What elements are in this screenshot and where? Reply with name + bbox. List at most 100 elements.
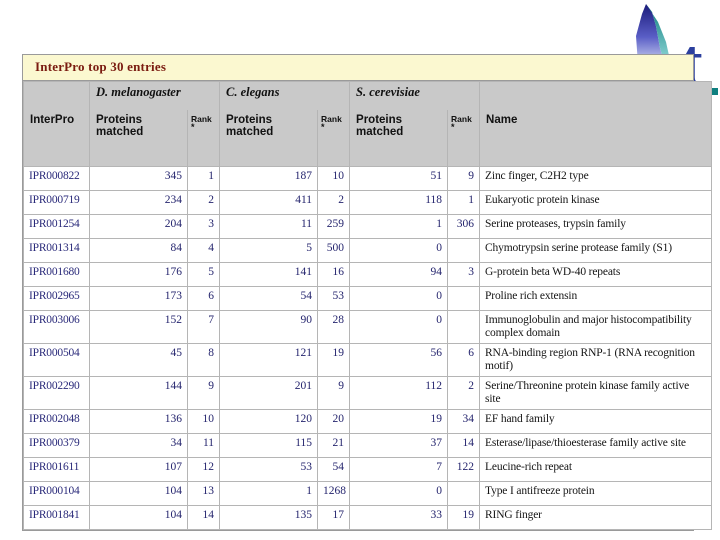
col-header-proteins-matched-ce[interactable]: Proteins matched: [219, 110, 319, 167]
cell-ce-proteins: 53: [219, 457, 319, 482]
cell-dm-rank: 5: [186, 262, 221, 287]
cell-sc-rank: 1: [447, 190, 481, 215]
cell-interpro-id[interactable]: IPR003006: [23, 310, 90, 344]
interpro-table: D. melanogaster C. elegans S. cerevisiae…: [23, 81, 713, 530]
cell-sc-rank: 306: [447, 214, 481, 239]
cell-dm-proteins: 204: [89, 214, 188, 239]
cell-sc-proteins: 94: [349, 262, 449, 287]
cell-interpro-id[interactable]: IPR002965: [23, 286, 90, 311]
species-header-dmelanogaster: D. melanogaster: [88, 81, 221, 110]
cell-interpro-id[interactable]: IPR000379: [23, 433, 90, 458]
cell-ce-rank: 1268: [317, 481, 351, 506]
cell-entry-name: Immunoglobulin and major histocompatibil…: [479, 310, 713, 344]
cell-sc-rank: 14: [447, 433, 481, 458]
cell-interpro-id[interactable]: IPR001314: [23, 238, 90, 263]
species-header-scerevisiae: S. cerevisiae: [349, 81, 481, 110]
cell-ce-proteins: 201: [219, 376, 319, 410]
cell-ce-proteins: 411: [219, 190, 319, 215]
col-header-proteins-matched-dm[interactable]: Proteins matched: [89, 110, 188, 167]
cell-interpro-id[interactable]: IPR001841: [23, 505, 90, 530]
cell-interpro-id[interactable]: IPR000719: [23, 190, 90, 215]
cell-ce-rank: 9: [317, 376, 351, 410]
cell-dm-proteins: 136: [89, 409, 188, 434]
col-header-rank-ce[interactable]: Rank *: [317, 110, 351, 167]
cell-ce-rank: 2: [317, 190, 351, 215]
table-row: IPR001611 107 12 53 54 7 122 Leucine-rich repea…: [23, 457, 713, 482]
interpro-table-card: InterPro top 30 entries D. melanogaster …: [22, 54, 713, 531]
col-header-interpro[interactable]: InterPro: [23, 110, 90, 167]
col-header-rank-sc[interactable]: Rank *: [447, 110, 481, 167]
cell-dm-proteins: 34: [89, 433, 188, 458]
cell-interpro-id[interactable]: IPR002290: [23, 376, 90, 410]
cell-dm-rank: 13: [186, 481, 221, 506]
cell-dm-rank: 10: [186, 409, 221, 434]
cell-ce-rank: 54: [317, 457, 351, 482]
cell-ce-rank: 53: [317, 286, 351, 311]
cell-dm-rank: 12: [186, 457, 221, 482]
cell-interpro-id[interactable]: IPR001680: [23, 262, 90, 287]
table-row: IPR001841 104 14 135 17 33 19 RING finger: [23, 505, 713, 530]
cell-entry-name: G-protein beta WD-40 repeats: [479, 262, 713, 287]
cell-ce-rank: 20: [317, 409, 351, 434]
rank-star: *: [451, 122, 455, 132]
cell-sc-rank: 6: [447, 343, 481, 377]
cell-sc-rank: [447, 481, 481, 506]
cell-dm-rank: 4: [186, 238, 221, 263]
cell-dm-proteins: 345: [89, 166, 188, 191]
cell-ce-proteins: 1: [219, 481, 319, 506]
cell-interpro-id[interactable]: IPR001611: [23, 457, 90, 482]
table-row: IPR000104 104 13 1 1268 0 Type I antifreeze pr…: [23, 481, 713, 506]
cell-dm-proteins: 84: [89, 238, 188, 263]
cell-sc-proteins: 37: [349, 433, 449, 458]
species-header-blank: [23, 81, 90, 110]
cell-ce-proteins: 135: [219, 505, 319, 530]
cell-interpro-id[interactable]: IPR000822: [23, 166, 90, 191]
column-header-row: InterPro Proteins matched Rank * Protein…: [23, 110, 713, 167]
cell-ce-rank: 17: [317, 505, 351, 530]
cell-ce-proteins: 115: [219, 433, 319, 458]
cell-entry-name: Chymotrypsin serine protease family (S1): [479, 238, 713, 263]
cell-interpro-id[interactable]: IPR000104: [23, 481, 90, 506]
cell-sc-proteins: 51: [349, 166, 449, 191]
cell-sc-rank: 19: [447, 505, 481, 530]
col-header-proteins-matched-sc[interactable]: Proteins matched: [349, 110, 449, 167]
cell-entry-name: EF hand family: [479, 409, 713, 434]
cell-entry-name: Proline rich extensin: [479, 286, 713, 311]
species-header-celegans: C. elegans: [219, 81, 351, 110]
cell-sc-rank: 2: [447, 376, 481, 410]
cell-sc-rank: 122: [447, 457, 481, 482]
cell-dm-rank: 1: [186, 166, 221, 191]
cell-sc-proteins: 0: [349, 286, 449, 311]
cell-entry-name: Serine/Threonine protein kinase family a…: [479, 376, 713, 410]
cell-interpro-id[interactable]: IPR000504: [23, 343, 90, 377]
cell-ce-proteins: 90: [219, 310, 319, 344]
cell-entry-name: Zinc finger, C2H2 type: [479, 166, 713, 191]
cell-dm-rank: 6: [186, 286, 221, 311]
cell-interpro-id[interactable]: IPR002048: [23, 409, 90, 434]
cell-ce-proteins: 11: [219, 214, 319, 239]
cell-sc-proteins: 33: [349, 505, 449, 530]
table-row: IPR002290 144 9 201 9 112 2 Serine/Threonine pr…: [23, 376, 713, 410]
cell-sc-proteins: 56: [349, 343, 449, 377]
cell-dm-proteins: 144: [89, 376, 188, 410]
cell-entry-name: Eukaryotic protein kinase: [479, 190, 713, 215]
cell-dm-rank: 11: [186, 433, 221, 458]
table-header: D. melanogaster C. elegans S. cerevisiae…: [23, 81, 713, 167]
table-row: IPR002048 136 10 120 20 19 34 EF hand family: [23, 409, 713, 434]
cell-interpro-id[interactable]: IPR001254: [23, 214, 90, 239]
cell-entry-name: Leucine-rich repeat: [479, 457, 713, 482]
cell-dm-proteins: 104: [89, 505, 188, 530]
species-header-row: D. melanogaster C. elegans S. cerevisiae: [23, 81, 713, 110]
col-header-rank-dm[interactable]: Rank *: [186, 110, 221, 167]
cell-entry-name: RNA-binding region RNP-1 (RNA recognitio…: [479, 343, 713, 377]
cell-entry-name: RING finger: [479, 505, 713, 530]
cell-ce-rank: 500: [317, 238, 351, 263]
cell-ce-rank: 16: [317, 262, 351, 287]
cell-ce-proteins: 187: [219, 166, 319, 191]
col-header-name[interactable]: Name: [479, 110, 713, 167]
cell-dm-rank: 2: [186, 190, 221, 215]
table-body: IPR000822 345 1 187 10 51 9 Zinc finger, C2H2 t…: [23, 166, 713, 530]
table-row: IPR001314 84 4 5 500 0 Chymotrypsin serine pro…: [23, 238, 713, 263]
cell-dm-rank: 3: [186, 214, 221, 239]
cell-sc-rank: [447, 238, 481, 263]
